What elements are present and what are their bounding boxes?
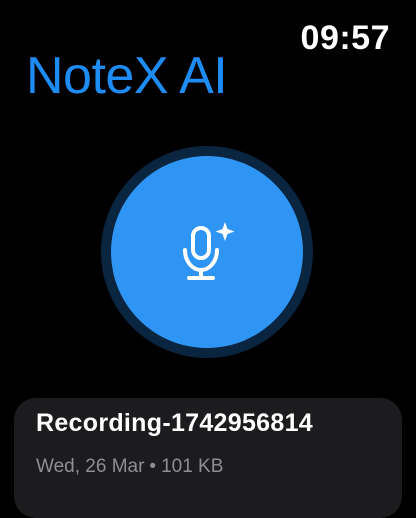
recording-date: Wed, 26 Mar — [36, 456, 145, 477]
record-button-ring — [101, 146, 313, 358]
recording-title: Recording-1742956814 — [36, 409, 313, 437]
microphone-sparkle-icon — [183, 222, 235, 280]
recording-list-item[interactable]: Recording-1742956814 Wed, 26 Mar • 101 KB — [14, 398, 402, 518]
status-time: 09:57 — [300, 19, 390, 57]
recording-metadata: Wed, 26 Mar • 101 KB — [36, 455, 223, 479]
recording-file-size: 101 KB — [161, 456, 224, 477]
record-button[interactable] — [111, 156, 303, 348]
meta-separator: • — [149, 456, 157, 477]
app-title: NoteX AI — [26, 47, 228, 105]
